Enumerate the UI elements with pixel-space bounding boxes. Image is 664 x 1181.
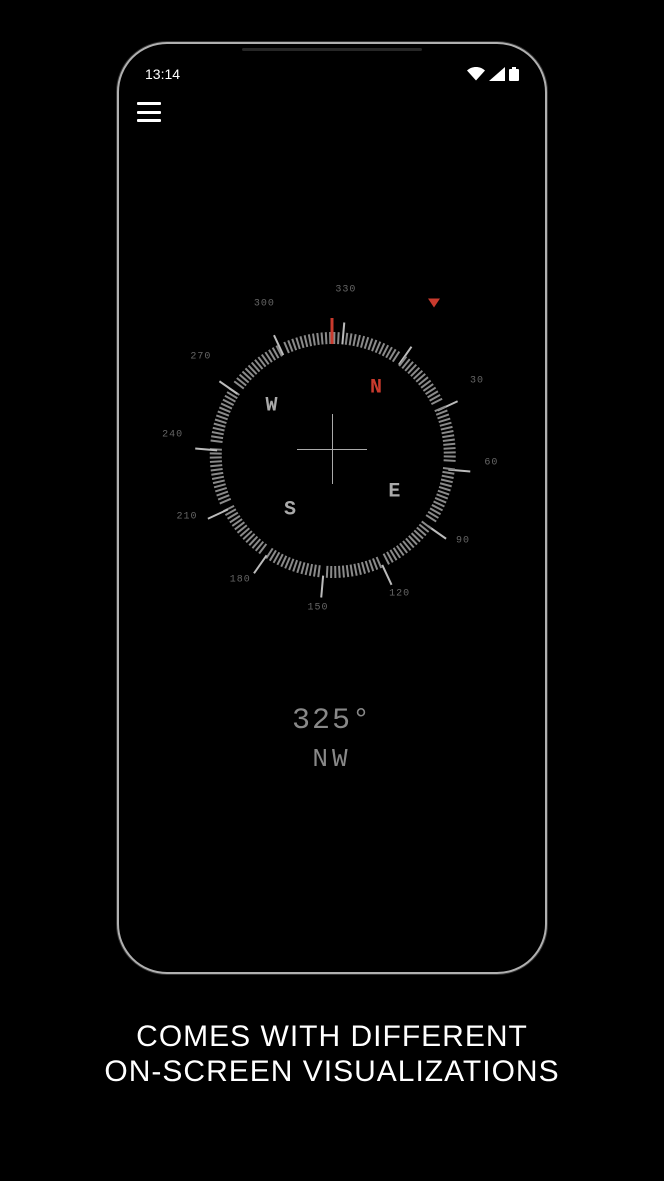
degree-label-300: 300 — [254, 298, 275, 309]
cardinal-s: S — [284, 499, 294, 522]
statusbar-time: 13:14 — [145, 66, 180, 82]
degree-label-270: 270 — [190, 352, 211, 363]
cardinal-w: W — [266, 394, 276, 417]
compass-readout: 325° NW — [119, 704, 545, 774]
degree-label-30: 30 — [470, 376, 484, 387]
north-arrow-icon — [428, 299, 440, 308]
degree-label-210: 210 — [176, 511, 197, 522]
heading-degrees: 325° — [119, 704, 545, 738]
phone-frame: 13:14 N E S W 30 60 90 120 150 180 210 240 270 300 330… — [117, 42, 547, 974]
appbar — [137, 102, 161, 122]
wifi-icon — [467, 67, 485, 81]
degree-label-90: 90 — [456, 535, 470, 546]
marketing-caption: COMES WITH DIFFERENT ON-SCREEN VISUALIZA… — [104, 1020, 559, 1089]
degree-label-330: 330 — [335, 284, 356, 295]
cardinal-n: N — [370, 376, 380, 399]
cardinal-e: E — [388, 481, 398, 504]
battery-icon — [509, 67, 519, 81]
degree-label-180: 180 — [230, 575, 251, 586]
degree-label-150: 150 — [308, 603, 329, 614]
degree-label-240: 240 — [162, 430, 183, 441]
signal-icon — [489, 67, 505, 81]
menu-icon[interactable] — [137, 102, 161, 122]
heading-direction: NW — [119, 744, 545, 774]
compass-center-cross — [297, 414, 367, 484]
degree-label-60: 60 — [484, 457, 498, 468]
degree-label-120: 120 — [389, 589, 410, 600]
compass[interactable]: N E S W 30 60 90 120 150 180 210 240 270 300 330 — [157, 274, 507, 624]
statusbar: 13:14 — [119, 62, 545, 86]
statusbar-icons — [467, 67, 519, 81]
